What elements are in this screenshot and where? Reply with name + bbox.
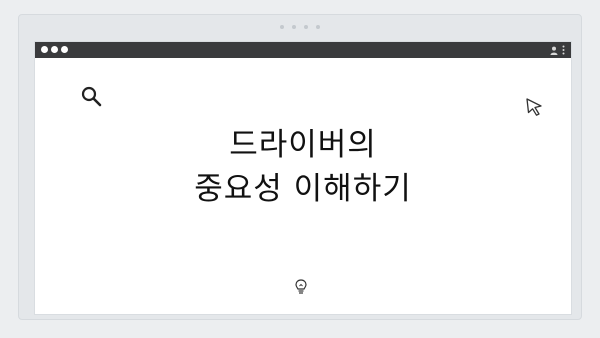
- frame-dots: [280, 25, 320, 29]
- page-title-line-2: 중요성 이해하기: [194, 171, 412, 207]
- lightbulb-icon: [293, 278, 309, 296]
- browser-titlebar: [35, 42, 571, 58]
- page-title-line-1: 드라이버의: [229, 127, 377, 163]
- search-icon[interactable]: [80, 85, 104, 109]
- close-window-button[interactable]: [41, 46, 48, 53]
- page-content: 드라이버의 중요성 이해하기: [35, 58, 571, 314]
- cursor-arrow-icon: [524, 96, 546, 118]
- maximize-window-button[interactable]: [61, 46, 68, 53]
- more-vertical-icon[interactable]: [562, 45, 565, 55]
- minimize-window-button[interactable]: [51, 46, 58, 53]
- frame-dot: [304, 25, 308, 29]
- frame-dot: [280, 25, 284, 29]
- user-icon[interactable]: [550, 46, 558, 55]
- titlebar-actions: [550, 44, 565, 56]
- browser-window: 드라이버의 중요성 이해하기: [35, 42, 571, 314]
- frame-dot: [316, 25, 320, 29]
- frame-dot: [292, 25, 296, 29]
- page-title: 드라이버의 중요성 이해하기: [35, 123, 571, 211]
- window-controls: [41, 46, 68, 53]
